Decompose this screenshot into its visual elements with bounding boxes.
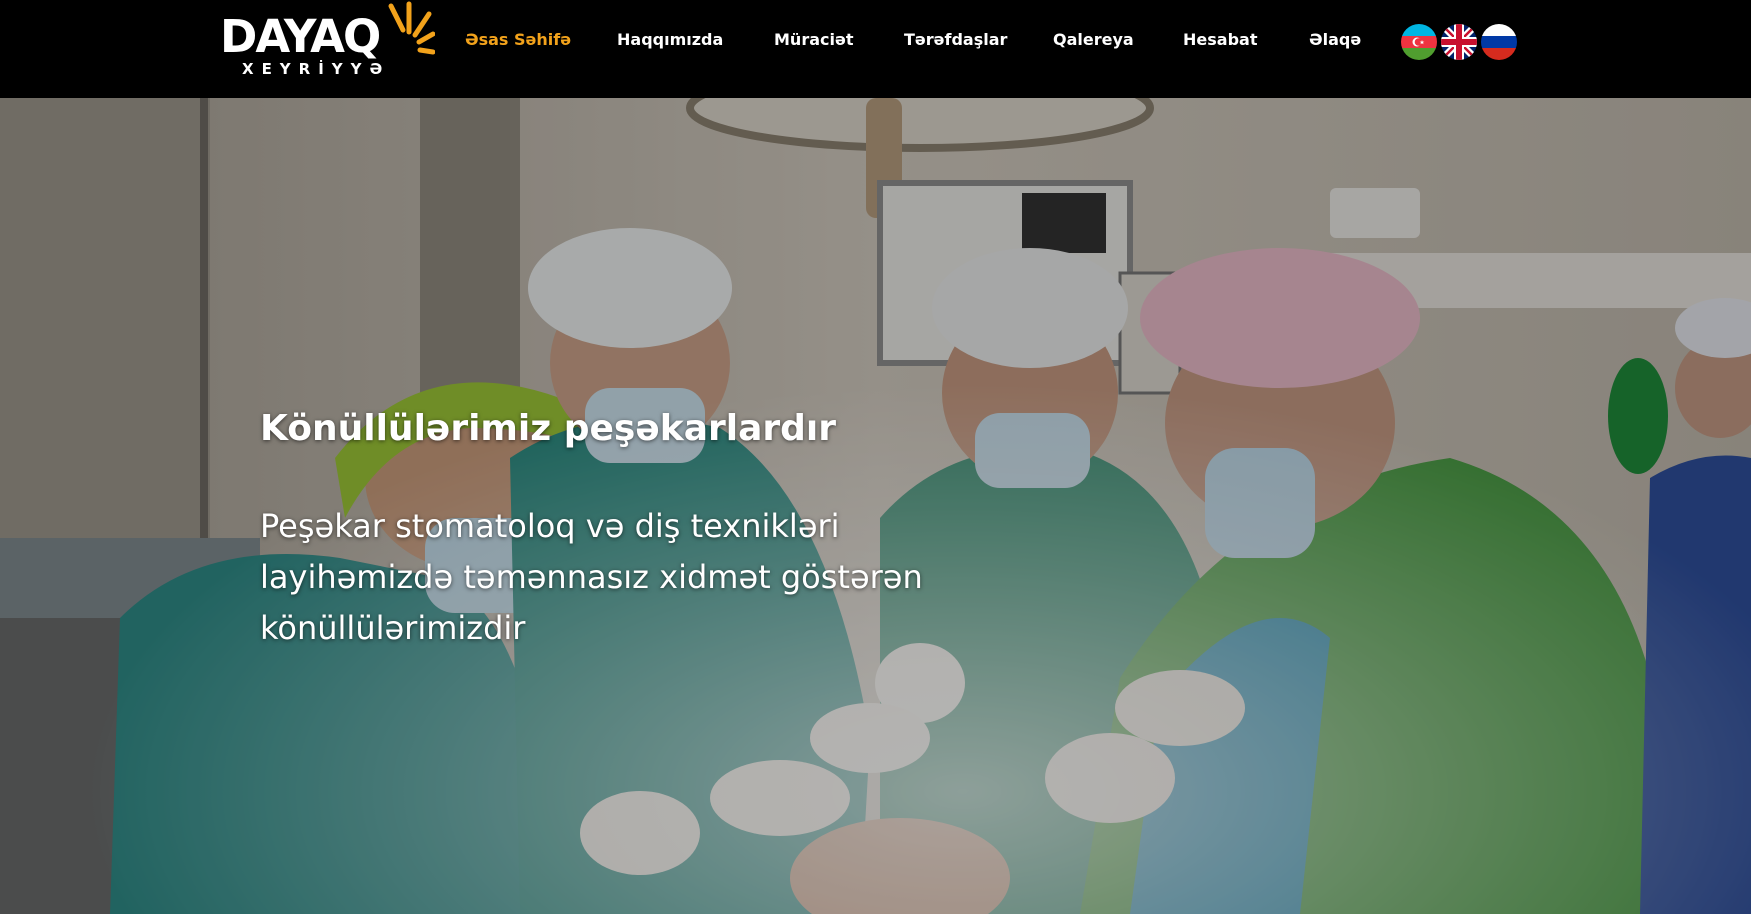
- site-logo[interactable]: DAYAQ XEYRİYYƏ: [220, 0, 435, 90]
- nav-item-partners[interactable]: Tərəfdaşlar: [904, 30, 1007, 50]
- azerbaijan-flag-icon[interactable]: [1401, 24, 1437, 60]
- hero-title: Könüllülərimiz peşəkarlardır: [260, 408, 837, 449]
- logo-wordmark: DAYAQ: [220, 10, 381, 63]
- uk-flag-icon[interactable]: [1441, 24, 1477, 60]
- nav-item-gallery[interactable]: Qalereya: [1053, 30, 1134, 50]
- nav-item-about[interactable]: Haqqımızda: [617, 30, 723, 50]
- site-header: DAYAQ XEYRİYYƏ Əsas Səhifə Haqqımızda Mü…: [0, 0, 1751, 98]
- nav-item-report[interactable]: Hesabat: [1183, 30, 1257, 50]
- logo-subtitle: XEYRİYYƏ: [242, 60, 391, 78]
- hero-description: Peşəkar stomatoloq və diş texnikləri lay…: [260, 507, 923, 647]
- nav-item-contact[interactable]: Əlaqə: [1309, 30, 1361, 50]
- nav-item-home[interactable]: Əsas Səhifə: [465, 30, 571, 50]
- nav-item-application[interactable]: Müraciət: [774, 30, 853, 50]
- hero-banner: Könüllülərimiz peşəkarlardır Peşəkar sto…: [0, 98, 1751, 914]
- russia-flag-icon[interactable]: [1481, 24, 1517, 60]
